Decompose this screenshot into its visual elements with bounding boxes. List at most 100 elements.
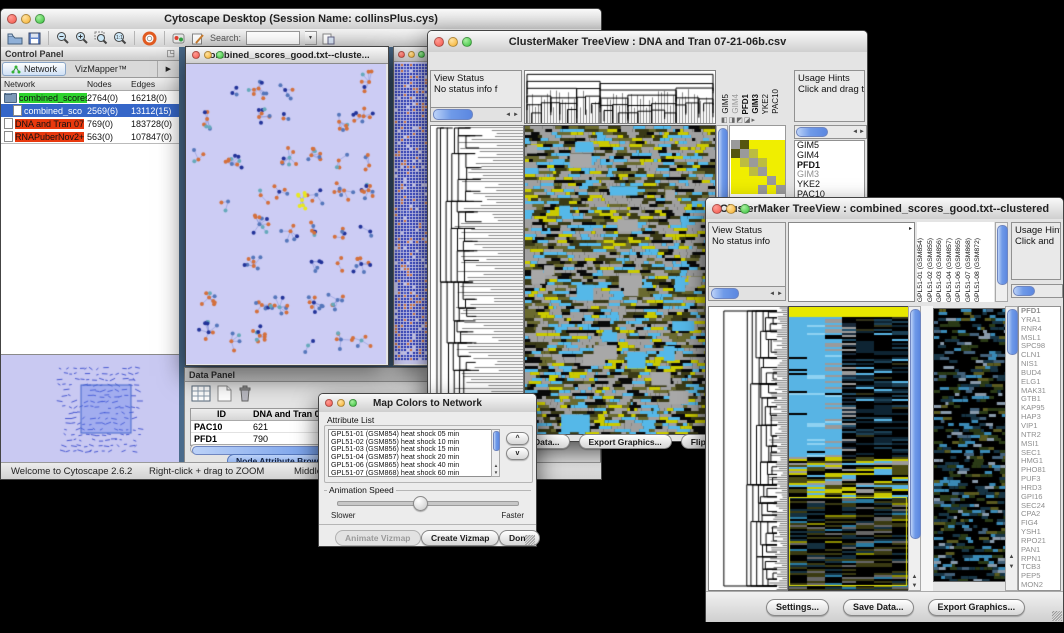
search-config-icon[interactable] <box>322 32 335 45</box>
matrix-cell[interactable] <box>749 167 758 176</box>
tab-network[interactable]: Network <box>2 62 66 76</box>
open-file-icon[interactable] <box>7 32 23 45</box>
network-view-canvas[interactable] <box>186 64 386 364</box>
matrix-cell[interactable] <box>740 167 749 176</box>
attribute-table-icon[interactable] <box>191 385 211 402</box>
zoom-button[interactable] <box>462 37 472 47</box>
column-label[interactable]: GPL51-06 (GSM865) <box>955 238 965 302</box>
gene-list-vscrollbar[interactable]: ▲ ▼ <box>1005 306 1018 591</box>
animation-speed-slider[interactable] <box>337 501 519 506</box>
matrix-cell[interactable] <box>740 140 749 149</box>
column-dendrogram[interactable] <box>524 70 716 124</box>
zoom-heatmap[interactable] <box>933 308 1006 582</box>
matrix-cell[interactable] <box>749 149 758 158</box>
matrix-cell[interactable] <box>758 149 767 158</box>
tab-vizmapper[interactable]: VizMapper™ <box>67 61 135 77</box>
column-label[interactable]: GPL51-07 (GSM868) <box>965 238 975 302</box>
column-label[interactable]: GPL51-01 (GSM854) <box>917 238 927 302</box>
column-label[interactable]: GPL51-03 (GSM856) <box>936 238 946 302</box>
zoom-out-icon[interactable] <box>56 31 70 45</box>
matrix-cell[interactable] <box>767 149 776 158</box>
correlation-matrix-heatmap[interactable] <box>731 140 785 194</box>
column-label[interactable]: PFD1 <box>741 94 751 114</box>
network-overview-panel[interactable] <box>1 354 179 463</box>
treeview2-button[interactable]: Save Data... <box>843 599 914 616</box>
move-down-button[interactable]: v <box>506 447 529 460</box>
scroll-thumb[interactable] <box>493 431 500 451</box>
matrix-cell[interactable] <box>776 176 785 185</box>
attribute-list-scrollbar[interactable]: ▲ ▼ <box>491 429 500 477</box>
heatmap-vscrollbar[interactable]: ▲ ▼ <box>908 306 921 591</box>
matrix-cell[interactable] <box>767 176 776 185</box>
zoom-in-icon[interactable] <box>75 31 89 45</box>
close-button[interactable] <box>192 51 200 59</box>
column-label[interactable]: GPL51-08 (GSM872) <box>974 238 984 302</box>
zoom-button[interactable] <box>35 14 45 24</box>
help-lifering-icon[interactable] <box>142 31 157 46</box>
matrix-cell[interactable] <box>758 158 767 167</box>
treeview2-title-bar[interactable]: ClusterMaker TreeView : combined_scores_… <box>706 198 1063 220</box>
matrix-cell[interactable] <box>767 140 776 149</box>
delete-attribute-trash-icon[interactable] <box>238 385 252 402</box>
gene-label[interactable]: MON2 <box>1019 581 1060 590</box>
scroll-thumb[interactable] <box>711 288 739 299</box>
float-panel-icon[interactable]: ◳ <box>166 48 175 59</box>
column-edges[interactable]: Edges <box>131 79 179 89</box>
scroll-thumb[interactable] <box>433 109 473 120</box>
close-button[interactable] <box>7 14 17 24</box>
network-row[interactable]: DNA and Tran 07 769(0) 183728(0) <box>1 117 179 130</box>
matrix-cell[interactable] <box>731 167 740 176</box>
splitter-arrow-icon[interactable]: ▸ <box>909 225 912 232</box>
scroll-thumb[interactable] <box>1013 286 1035 296</box>
matrix-cell[interactable] <box>749 185 758 194</box>
matrix-cell[interactable] <box>749 140 758 149</box>
column-nodes[interactable]: Nodes <box>87 79 131 89</box>
matrix-cell[interactable] <box>767 185 776 194</box>
minimize-button[interactable] <box>204 51 212 59</box>
main-heatmap[interactable] <box>788 306 909 591</box>
column-label[interactable]: YKE2 <box>761 94 771 114</box>
search-dropdown-button[interactable]: ▼ <box>305 31 317 45</box>
matrix-cell[interactable] <box>767 167 776 176</box>
minimize-button[interactable] <box>408 51 415 58</box>
network-overview-canvas[interactable] <box>1 355 177 461</box>
zoom-selected-icon[interactable] <box>94 31 108 45</box>
matrix-cell[interactable] <box>776 167 785 176</box>
resize-grip[interactable] <box>525 535 535 545</box>
network-row[interactable]: combined_sco 2569(6) 13112(15) <box>1 104 179 117</box>
network-view-title-bar[interactable]: combined_scores_good.txt--cluste... <box>186 47 388 64</box>
matrix-cell[interactable] <box>740 158 749 167</box>
matrix-cell[interactable] <box>776 140 785 149</box>
network-row[interactable]: combined_scores 2764(0) 16218(0) <box>1 91 179 104</box>
zoom-button[interactable] <box>418 51 425 58</box>
column-id[interactable]: ID <box>191 409 249 420</box>
create-vizmap-button[interactable]: Create Vizmap <box>421 530 499 546</box>
column-label[interactable]: GIM4 <box>731 94 741 114</box>
attribute-list-item[interactable]: GPL51-07 (GSM868) heat shock 60 min <box>329 469 499 477</box>
matrix-cell[interactable] <box>740 149 749 158</box>
scroll-down-arrow[interactable]: ▼ <box>492 470 500 475</box>
matrix-cell[interactable] <box>776 185 785 194</box>
row-dendrogram[interactable] <box>430 125 524 435</box>
close-button[interactable] <box>398 51 405 58</box>
treeview2-button[interactable]: Export Graphics... <box>928 599 1026 616</box>
minimize-button[interactable] <box>337 399 345 407</box>
gene-list-scrollbar[interactable]: ◄ ► <box>794 125 867 139</box>
move-up-button[interactable]: ^ <box>506 432 529 445</box>
treeview1-button[interactable]: Export Graphics... <box>579 434 672 449</box>
network-row[interactable]: RNAPuberNov2+ 563(0) 107847(0) <box>1 130 179 143</box>
zoom-button[interactable] <box>740 204 750 214</box>
treeview2-button[interactable]: Settings... <box>766 599 829 616</box>
matrix-cell[interactable] <box>731 158 740 167</box>
matrix-cell[interactable] <box>731 185 740 194</box>
matrix-cell[interactable] <box>758 185 767 194</box>
slider-thumb[interactable] <box>413 496 428 511</box>
column-label[interactable]: GPL51-04 (GSM857) <box>946 238 956 302</box>
dense-network-canvas[interactable] <box>394 62 431 364</box>
scroll-up-arrow[interactable]: ▲ <box>909 574 920 580</box>
treeview1-mini-toolbar[interactable]: ◧◨◩◪▸ <box>721 116 756 124</box>
column-label[interactable]: PAC10 <box>771 89 781 114</box>
scroll-right-arrow[interactable]: ► <box>775 291 785 297</box>
matrix-cell[interactable] <box>758 140 767 149</box>
matrix-cell[interactable] <box>776 158 785 167</box>
